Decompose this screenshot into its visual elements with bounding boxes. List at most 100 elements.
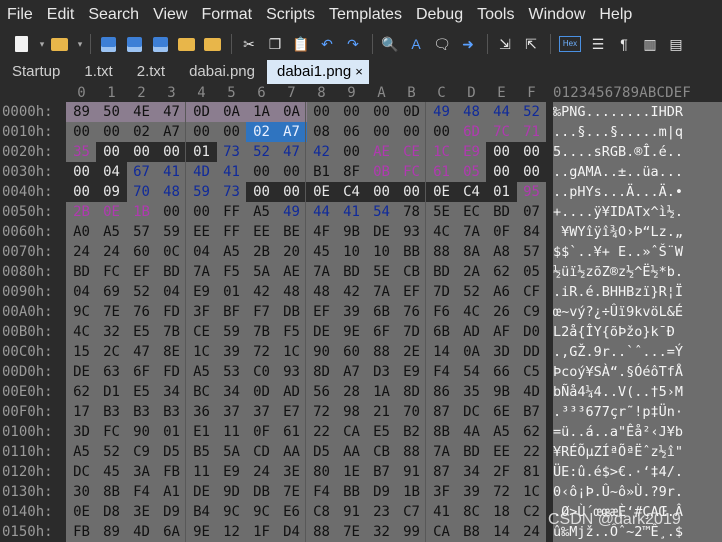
hex-byte[interactable]: 00 (486, 142, 517, 162)
hex-byte[interactable]: A5 (66, 442, 97, 462)
hex-byte[interactable]: A5 (96, 222, 127, 242)
hex-byte[interactable]: DE (66, 362, 97, 382)
ascii-text[interactable]: bÑå4¼4..V(..†5›M (553, 382, 722, 402)
hex-byte[interactable]: 76 (126, 302, 157, 322)
ascii-text[interactable]: ‰PNG........IHDR (553, 102, 722, 122)
menu-file[interactable]: File (0, 0, 40, 30)
hex-byte[interactable]: 3E (276, 462, 307, 482)
tab-dabai1-png[interactable]: dabai1.png × (267, 60, 369, 84)
ascii-text[interactable]: .,GŽ.9r..`ˆ...=Ý (553, 342, 722, 362)
hex-byte[interactable]: 45 (96, 462, 127, 482)
close-tab-icon[interactable]: × (355, 64, 363, 79)
hex-byte[interactable]: 0C (156, 242, 187, 262)
hex-byte[interactable]: 00 (486, 162, 517, 182)
hex-byte[interactable]: BE (276, 222, 307, 242)
hex-byte[interactable]: 52 (126, 282, 157, 302)
hex-byte[interactable]: CA (426, 522, 457, 542)
hex-byte[interactable]: A7 (156, 122, 187, 142)
hex-byte[interactable]: B7 (366, 462, 397, 482)
hex-byte[interactable]: CD (246, 442, 277, 462)
menu-search[interactable]: Search (81, 0, 146, 30)
hex-byte[interactable]: 00 (336, 102, 367, 122)
menu-scripts[interactable]: Scripts (259, 0, 322, 30)
hex-byte[interactable]: 54 (366, 202, 397, 222)
hex-byte[interactable]: BB (336, 482, 367, 502)
hex-byte[interactable]: EF (396, 282, 427, 302)
hex-byte[interactable]: 6F (366, 322, 397, 342)
hex-byte[interactable]: A7 (336, 362, 367, 382)
hex-byte[interactable]: EF (126, 262, 157, 282)
hex-byte[interactable]: 54 (456, 362, 487, 382)
hex-bytes[interactable]: BD FC EF BD 7A F5 5A AE 7A BD 5E CB BD 2A 62 05 (66, 262, 546, 282)
hex-byte[interactable]: 98 (336, 402, 367, 422)
hex-byte[interactable]: E9 (186, 282, 217, 302)
tab-1-txt[interactable]: 1.txt (72, 60, 124, 84)
hex-byte[interactable]: C9 (516, 302, 547, 322)
hex-byte[interactable]: 11 (186, 462, 217, 482)
hex-byte[interactable]: 39 (336, 302, 367, 322)
hex-byte[interactable]: A5 (186, 362, 217, 382)
hex-byte[interactable]: E1 (186, 422, 217, 442)
hex-byte[interactable]: EC (456, 202, 487, 222)
hex-byte[interactable]: 4A (456, 422, 487, 442)
hex-byte[interactable]: FC (96, 422, 127, 442)
hex-byte[interactable]: C7 (396, 502, 427, 522)
hex-byte[interactable]: 59 (156, 222, 187, 242)
hex-byte[interactable]: 35 (456, 382, 487, 402)
hex-byte[interactable]: EE (486, 442, 517, 462)
menu-edit[interactable]: Edit (40, 0, 82, 30)
hex-byte[interactable]: FF (216, 202, 247, 222)
hex-byte[interactable]: 08 (306, 122, 337, 142)
hex-byte[interactable]: 42 (246, 282, 277, 302)
hex-byte[interactable]: DB (276, 302, 307, 322)
hex-byte[interactable]: 01 (486, 182, 517, 202)
ascii-text[interactable]: =ü..á..a"Êå²‹J¥b (553, 422, 722, 442)
hex-byte[interactable]: 05 (516, 262, 547, 282)
hex-byte[interactable]: 61 (426, 162, 457, 182)
save-all-icon[interactable] (151, 35, 169, 53)
hex-byte[interactable]: 66 (486, 362, 517, 382)
hex-byte[interactable]: 86 (426, 382, 457, 402)
hex-byte[interactable]: 90 (126, 422, 157, 442)
hex-byte[interactable]: 52 (456, 282, 487, 302)
ascii-text[interactable]: œ~vý?¿÷Ûï9kvöL&É (553, 302, 722, 322)
ascii-text[interactable]: $$`..¥+ E..»ˆŠ¨W (553, 242, 722, 262)
hex-byte[interactable]: 62 (486, 262, 517, 282)
hex-byte[interactable]: D4 (276, 522, 307, 542)
tab-dabai-png[interactable]: dabai.png (177, 60, 267, 84)
hex-byte[interactable]: 06 (336, 122, 367, 142)
hex-byte[interactable]: 02 (126, 122, 157, 142)
hex-bytes[interactable]: 62 D1 E5 34 BC 34 0D AD 56 28 1A 8D 86 35 9B 4D (66, 382, 546, 402)
hex-byte[interactable]: 00 (66, 182, 97, 202)
hex-byte[interactable]: C9 (126, 442, 157, 462)
hex-byte[interactable]: 48 (276, 282, 307, 302)
hex-bytes[interactable]: 24 24 60 0C 04 A5 2B 20 45 10 10 BB 88 8A A8 57 (66, 242, 546, 262)
hex-byte[interactable]: 14 (486, 522, 517, 542)
hex-byte[interactable]: 9B (486, 382, 517, 402)
wrap-icon[interactable]: ▤ (667, 35, 685, 53)
hex-bytes[interactable]: 04 69 52 04 E9 01 42 48 48 42 7A EF 7D 52 A6 CF (66, 282, 546, 302)
hex-byte[interactable]: 44 (306, 202, 337, 222)
hex-byte[interactable]: 8B (96, 482, 127, 502)
menu-help[interactable]: Help (592, 0, 639, 30)
hex-byte[interactable]: FD (156, 362, 187, 382)
hex-byte[interactable]: 1A (366, 382, 397, 402)
hex-byte[interactable]: D5 (156, 442, 187, 462)
hex-byte[interactable]: E9 (396, 362, 427, 382)
hex-byte[interactable]: 5E (366, 262, 397, 282)
hex-byte[interactable]: 1F (246, 522, 277, 542)
hex-byte[interactable]: A7 (276, 122, 307, 142)
hex-byte[interactable]: 72 (306, 402, 337, 422)
hex-byte[interactable]: BB (396, 242, 427, 262)
hex-byte[interactable]: A5 (486, 422, 517, 442)
hex-byte[interactable]: AE (366, 142, 397, 162)
hex-byte[interactable]: F4 (306, 482, 337, 502)
hex-byte[interactable]: 2E (396, 342, 427, 362)
hex-byte[interactable]: E7 (276, 402, 307, 422)
hex-byte[interactable]: 00 (516, 142, 547, 162)
hex-byte[interactable]: 2B (246, 242, 277, 262)
hex-byte[interactable]: 10 (366, 242, 397, 262)
hex-byte[interactable]: 00 (216, 122, 247, 142)
hex-byte[interactable]: 41 (216, 162, 247, 182)
tab-2-txt[interactable]: 2.txt (125, 60, 177, 84)
